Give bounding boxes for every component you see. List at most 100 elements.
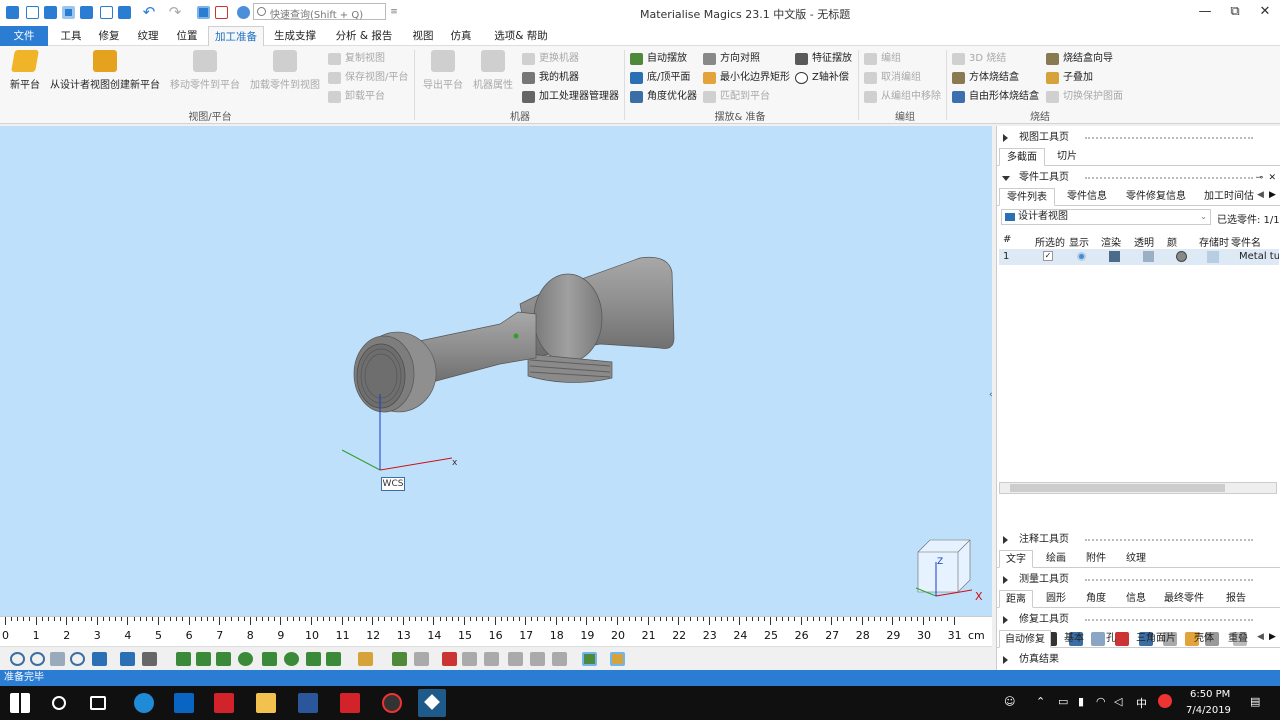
tab-attach[interactable]: 附件 xyxy=(1079,550,1113,568)
magics-taskbar-icon[interactable] xyxy=(418,689,446,717)
wifi-icon[interactable]: ◠ xyxy=(1096,695,1106,708)
simulation-header[interactable]: 仿真结果 xyxy=(997,652,1280,668)
search-dropdown-icon[interactable]: ≡ xyxy=(386,4,402,20)
select-box-icon[interactable] xyxy=(262,652,277,666)
tab-part-list[interactable]: 零件列表 xyxy=(999,188,1055,206)
edge-icon[interactable] xyxy=(134,693,154,713)
measure-header[interactable]: 测量工具页 xyxy=(997,572,1280,588)
tab-angle[interactable]: 角度 xyxy=(1079,590,1113,608)
bottom-top-plane-button[interactable]: 底/顶平面 xyxy=(630,70,690,86)
shaded-icon[interactable] xyxy=(142,652,157,666)
col-stored[interactable]: 存储时 xyxy=(1199,234,1229,249)
menu-analysis[interactable]: 分析 & 报告 xyxy=(330,26,398,46)
tab-distance[interactable]: 距离 xyxy=(999,590,1033,608)
word-icon[interactable] xyxy=(298,693,318,713)
save-as-icon[interactable] xyxy=(78,4,94,20)
new-platform-button[interactable]: 新平台 xyxy=(6,50,44,91)
ungroup-button[interactable]: 取消编组 xyxy=(864,70,921,86)
tab-report[interactable]: 报告 xyxy=(1217,590,1255,608)
tray-up-icon[interactable]: ⌃ xyxy=(1036,695,1045,708)
search-taskbar-icon[interactable] xyxy=(52,696,66,710)
tab-scroll-left-icon[interactable]: ◀ xyxy=(1257,632,1264,642)
wave-icon[interactable] xyxy=(326,652,341,666)
match-platform-button[interactable]: 匹配到平台 xyxy=(703,89,770,105)
horizontal-scrollbar[interactable] xyxy=(999,482,1277,494)
freeform-sinter-button[interactable]: 自由形体烧结盒 xyxy=(952,89,1039,105)
tab-basic[interactable]: 基本 xyxy=(1057,630,1091,648)
ime-indicator[interactable]: 中 xyxy=(1136,695,1147,711)
feature-place-button[interactable]: 特征摆放 xyxy=(795,51,852,67)
part-icon[interactable] xyxy=(358,652,373,666)
select-triangle-icon[interactable] xyxy=(176,652,191,666)
z-comp-button[interactable]: Z轴补偿 xyxy=(795,70,849,86)
select-surface-icon[interactable] xyxy=(216,652,231,666)
delete-marked-icon[interactable] xyxy=(442,652,457,666)
angle-optimizer-button[interactable]: 角度优化器 xyxy=(630,89,697,105)
new-icon[interactable] xyxy=(24,4,40,20)
battery-icon[interactable]: ▮ xyxy=(1078,695,1084,708)
col-color[interactable]: 颜 xyxy=(1167,234,1177,249)
notification-icon[interactable]: ▤ xyxy=(1250,695,1260,708)
mark-shell-icon[interactable] xyxy=(530,652,545,666)
min-bbox-button[interactable]: 最小化边界矩形 xyxy=(703,70,790,86)
explorer-icon[interactable] xyxy=(256,693,276,713)
col-num[interactable]: # xyxy=(1003,234,1011,245)
machine-props-button[interactable]: 机器属性 xyxy=(470,50,516,91)
menu-view[interactable]: 视图 xyxy=(407,26,439,46)
part-select-icon[interactable] xyxy=(213,4,229,20)
copy-view-button[interactable]: 复制视图 xyxy=(328,51,385,67)
col-render[interactable]: 渲染 xyxy=(1101,234,1121,249)
menu-support[interactable]: 生成支撑 xyxy=(270,26,320,46)
stack-button[interactable]: 子叠加 xyxy=(1046,70,1093,86)
menu-file[interactable]: 文件 xyxy=(0,26,48,46)
repair-header[interactable]: 修复工具页 xyxy=(997,612,1280,628)
view-cube-icon[interactable] xyxy=(120,652,135,666)
people-icon[interactable]: ☺ xyxy=(1004,695,1015,708)
col-transparent[interactable]: 透明 xyxy=(1134,234,1154,249)
table-row[interactable]: 1 ✓ Metal tu xyxy=(999,249,1279,265)
save-all-icon[interactable] xyxy=(98,4,114,20)
mark-surface-icon[interactable] xyxy=(552,652,567,666)
tab-overlap[interactable]: 重叠 xyxy=(1225,630,1251,648)
col-part-name[interactable]: 零件名 xyxy=(1231,234,1261,249)
tab-scroll-left-icon[interactable]: ◀ xyxy=(1257,190,1264,200)
tab-info[interactable]: 信息 xyxy=(1119,590,1153,608)
save-project-icon[interactable] xyxy=(116,4,132,20)
tab-scroll-right-icon[interactable]: ▶ xyxy=(1269,190,1276,200)
quick-search-input[interactable]: 快速查询(Shift + Q) xyxy=(253,3,386,21)
visible-radio[interactable] xyxy=(1077,252,1086,261)
view-select-icon[interactable] xyxy=(195,4,211,20)
youdao-icon[interactable] xyxy=(214,693,234,713)
tab-holes[interactable]: 孔 xyxy=(1097,630,1125,648)
sinter-3d-button[interactable]: 3D 烧结 xyxy=(952,51,1006,67)
menu-build-prep[interactable]: 加工准备 xyxy=(208,26,264,47)
render-icon[interactable] xyxy=(1109,251,1120,262)
tab-shell[interactable]: 壳体 xyxy=(1187,630,1221,648)
zoom-fit-icon[interactable] xyxy=(70,652,85,666)
menu-simulation[interactable]: 仿真 xyxy=(445,26,477,46)
transparent-icon[interactable] xyxy=(1143,251,1154,262)
rotate-icon[interactable] xyxy=(92,652,107,666)
mark-icon[interactable] xyxy=(392,652,407,666)
processor-manager-button[interactable]: 加工处理器管理器 xyxy=(522,89,619,105)
zoom-window-icon[interactable] xyxy=(30,652,45,666)
lasso-icon[interactable] xyxy=(284,652,299,666)
tab-final-part[interactable]: 最终零件 xyxy=(1159,590,1209,608)
sogou-icon[interactable] xyxy=(1158,694,1172,708)
auto-place-button[interactable]: 自动摆放 xyxy=(630,51,687,67)
tab-part-info[interactable]: 零件信息 xyxy=(1059,188,1115,206)
tab-triangles[interactable]: 三角面片 xyxy=(1131,630,1181,648)
3d-viewport[interactable]: x X Z WCS xyxy=(0,126,992,616)
box-sinter-button[interactable]: 方体烧结盒 xyxy=(952,70,1019,86)
clock-date[interactable]: 7/4/2019 xyxy=(1186,705,1231,716)
annotation-header[interactable]: 注释工具页 xyxy=(997,532,1280,548)
view-dropdown[interactable]: 设计者视图 ⌄ xyxy=(1001,209,1211,225)
shrink-icon[interactable] xyxy=(508,652,523,666)
menu-tools[interactable]: 工具 xyxy=(54,26,88,46)
tab-scroll-right-icon[interactable]: ▶ xyxy=(1269,632,1276,642)
orientation-cube[interactable]: X Z xyxy=(915,539,983,603)
panel-close-icon[interactable]: ✕ xyxy=(1268,170,1276,186)
export-platform-button[interactable]: 导出平台 xyxy=(420,50,466,91)
load-to-view-button[interactable]: 加载零件到视图 xyxy=(246,50,324,91)
start-icon[interactable] xyxy=(10,693,30,713)
